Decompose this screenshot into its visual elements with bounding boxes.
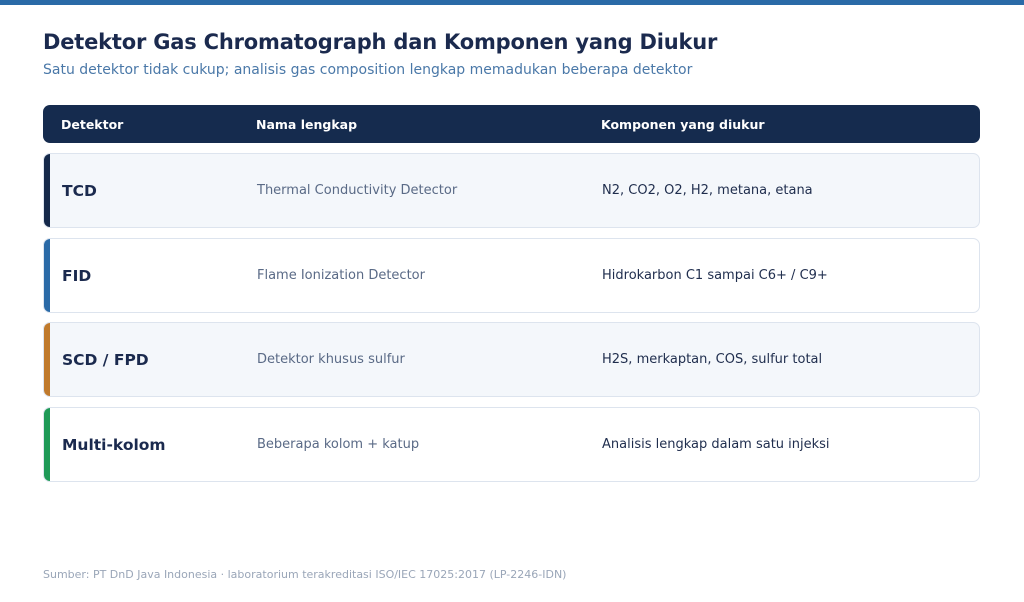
table-row: Multi-kolom Beberapa kolom + katup Anali… xyxy=(43,407,980,482)
source-footnote: Sumber: PT DnD Java Indonesia · laborato… xyxy=(43,568,567,581)
table-row: TCD Thermal Conductivity Detector N2, CO… xyxy=(43,153,980,228)
row-accent-bar xyxy=(44,323,50,396)
full-name-cell: Flame Ionization Detector xyxy=(257,268,425,283)
components-cell: Analisis lengkap dalam satu injeksi xyxy=(602,437,830,452)
components-cell: N2, CO2, O2, H2, metana, etana xyxy=(602,183,813,198)
full-name-cell: Thermal Conductivity Detector xyxy=(257,183,458,198)
detector-cell: FID xyxy=(62,266,92,285)
row-accent-bar xyxy=(44,239,50,312)
detector-table: Detektor Nama lengkap Komponen yang diuk… xyxy=(43,105,980,482)
detector-cell: TCD xyxy=(62,181,97,200)
components-cell: Hidrokarbon C1 sampai C6+ / C9+ xyxy=(602,268,828,283)
column-header-components: Komponen yang diukur xyxy=(601,116,765,132)
detector-cell: Multi-kolom xyxy=(62,435,166,454)
row-accent-bar xyxy=(44,408,50,481)
table-row: SCD / FPD Detektor khusus sulfur H2S, me… xyxy=(43,322,980,397)
top-accent-bar xyxy=(0,0,1024,5)
table-header: Detektor Nama lengkap Komponen yang diuk… xyxy=(43,105,980,143)
full-name-cell: Beberapa kolom + katup xyxy=(257,437,420,452)
column-header-detector: Detektor xyxy=(61,116,124,132)
detector-cell: SCD / FPD xyxy=(62,350,149,369)
table-row: FID Flame Ionization Detector Hidrokarbo… xyxy=(43,238,980,313)
row-accent-bar xyxy=(44,154,50,227)
page-title: Detektor Gas Chromatograph dan Komponen … xyxy=(43,30,718,54)
full-name-cell: Detektor khusus sulfur xyxy=(257,352,405,367)
page-subtitle: Satu detektor tidak cukup; analisis gas … xyxy=(43,62,693,78)
components-cell: H2S, merkaptan, COS, sulfur total xyxy=(602,352,823,367)
column-header-full-name: Nama lengkap xyxy=(256,116,358,132)
